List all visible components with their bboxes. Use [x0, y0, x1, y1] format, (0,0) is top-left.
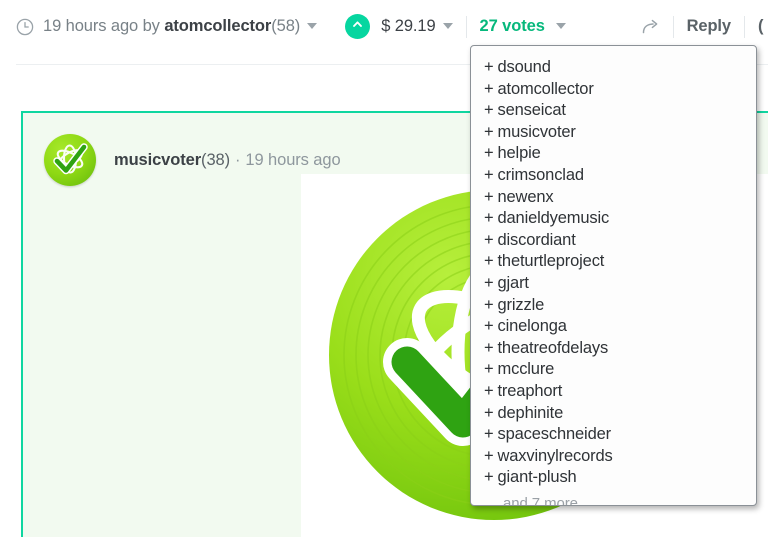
- list-item[interactable]: + treaphort: [471, 381, 756, 403]
- author-link[interactable]: atomcollector: [164, 17, 271, 35]
- votes-dropdown-panel[interactable]: + dsound + atomcollector + senseicat + music…: [470, 45, 757, 506]
- voter-name: grizzle: [497, 295, 545, 314]
- voter-name: giant-plush: [497, 468, 577, 487]
- voter-name: dephinite: [497, 403, 564, 422]
- voter-name: dsound: [497, 58, 551, 76]
- comment-timestamp: 19 hours ago: [245, 150, 341, 169]
- list-item[interactable]: + helpie: [471, 143, 756, 165]
- plus-icon: +: [484, 425, 494, 444]
- plus-icon: +: [484, 468, 494, 487]
- votes-group: 27 votes: [480, 17, 567, 36]
- voter-name: theatreofdelays: [497, 338, 609, 357]
- list-item[interactable]: + theturtleproject: [471, 251, 756, 273]
- chevron-down-icon[interactable]: [307, 22, 318, 29]
- payout-amount[interactable]: $ 29.19: [381, 17, 435, 36]
- plus-icon: +: [484, 122, 494, 141]
- chevron-up-icon: [351, 18, 364, 36]
- comment-author-reputation: (38): [201, 150, 230, 169]
- list-item[interactable]: + senseicat: [471, 100, 756, 122]
- plus-icon: +: [484, 317, 494, 336]
- reply-button[interactable]: Reply: [687, 17, 732, 36]
- plus-icon: +: [484, 209, 494, 228]
- voter-name: helpie: [497, 144, 541, 163]
- list-item[interactable]: + cinelonga: [471, 316, 756, 338]
- voters-list: + dsound + atomcollector + senseicat + music…: [471, 57, 756, 489]
- voter-name: spaceschneider: [497, 425, 612, 444]
- avatar[interactable]: [44, 134, 96, 186]
- list-item[interactable]: + discordiant: [471, 230, 756, 252]
- plus-icon: +: [484, 144, 494, 163]
- plus-icon: +: [484, 101, 494, 120]
- list-item[interactable]: + gjart: [471, 273, 756, 295]
- clock-icon: [16, 18, 34, 36]
- plus-icon: +: [484, 338, 494, 357]
- more-voters-label: … and 7 more: [484, 494, 578, 506]
- plus-icon: +: [484, 446, 494, 465]
- payout-chevron-down-icon[interactable]: [442, 22, 453, 29]
- list-item[interactable]: + atomcollector: [471, 79, 756, 101]
- musicvoter-check-atom-icon: [53, 143, 88, 175]
- divider: [465, 15, 467, 38]
- voter-name: gjart: [497, 273, 530, 292]
- time-text: 19 hours ago by: [43, 17, 165, 35]
- list-item[interactable]: + mcclure: [471, 359, 756, 381]
- plus-icon: +: [484, 381, 494, 400]
- comment-author-line: musicvoter(38) · 19 hours ago: [114, 151, 341, 170]
- list-item[interactable]: + grizzle: [471, 295, 756, 317]
- plus-icon: +: [484, 79, 494, 98]
- author-reputation: (58): [271, 17, 301, 35]
- list-item[interactable]: + giant-plush: [471, 467, 756, 489]
- plus-icon: +: [484, 273, 494, 292]
- voter-name: musicvoter: [497, 122, 576, 141]
- voter-name: cinelonga: [497, 317, 567, 336]
- payout-group: $ 29.19: [345, 14, 453, 39]
- list-item[interactable]: + danieldyemusic: [471, 208, 756, 230]
- post-timestamp-author: 19 hours ago by atomcollector(58): [43, 17, 318, 36]
- list-item[interactable]: + spaceschneider: [471, 424, 756, 446]
- plus-icon: +: [484, 403, 494, 422]
- list-item[interactable]: + crimsonclad: [471, 165, 756, 187]
- voter-name: newenx: [497, 187, 554, 206]
- voter-name: waxvinylrecords: [497, 446, 613, 465]
- list-item[interactable]: + waxvinylrecords: [471, 446, 756, 468]
- voter-name: treaphort: [497, 381, 563, 400]
- plus-icon: +: [484, 252, 494, 271]
- voter-name: senseicat: [497, 101, 567, 120]
- voter-name: crimsonclad: [497, 165, 585, 184]
- plus-icon: +: [484, 58, 494, 76]
- list-item[interactable]: + musicvoter: [471, 122, 756, 144]
- voter-name: discordiant: [497, 230, 576, 249]
- separator-dot: ·: [235, 150, 241, 169]
- comment-view: 19 hours ago by atomcollector(58) $ 29.1…: [0, 0, 768, 537]
- plus-icon: +: [484, 165, 494, 184]
- list-item[interactable]: + dephinite: [471, 403, 756, 425]
- plus-icon: +: [484, 187, 494, 206]
- divider: [744, 15, 745, 38]
- divider: [672, 15, 674, 38]
- list-item[interactable]: + dsound: [471, 57, 756, 79]
- edge-truncated-action[interactable]: (: [758, 17, 768, 36]
- voter-name: atomcollector: [497, 79, 594, 98]
- voter-name: danieldyemusic: [497, 209, 610, 228]
- upvote-button[interactable]: [345, 14, 371, 39]
- share-icon[interactable]: [641, 17, 660, 36]
- plus-icon: +: [484, 360, 494, 379]
- voter-name: mcclure: [497, 360, 555, 379]
- list-item[interactable]: + theatreofdelays: [471, 338, 756, 360]
- plus-icon: +: [484, 295, 494, 314]
- plus-icon: +: [484, 230, 494, 249]
- comment-author-link[interactable]: musicvoter: [114, 151, 201, 169]
- voter-name: theturtleproject: [497, 252, 605, 271]
- votes-link[interactable]: 27 votes: [480, 17, 545, 35]
- votes-chevron-down-icon[interactable]: [556, 22, 567, 29]
- list-item[interactable]: + newenx: [471, 187, 756, 209]
